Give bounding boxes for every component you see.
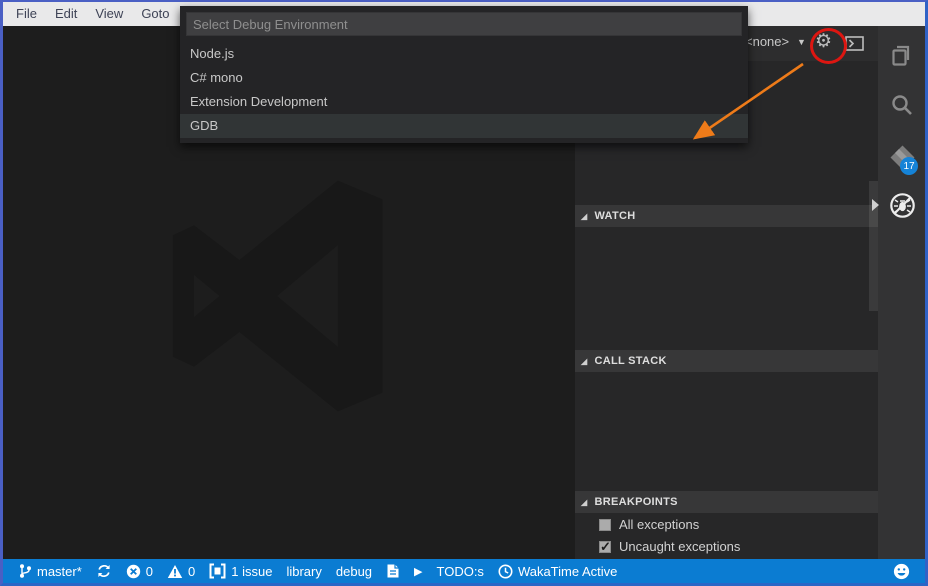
feedback-smiley-button[interactable] — [893, 563, 910, 580]
activity-bar: 17 — [878, 26, 925, 559]
menu-edit[interactable]: Edit — [46, 2, 86, 26]
mode-indicator[interactable]: debug — [336, 564, 372, 579]
collapse-triangle-icon: ◢ — [581, 212, 587, 221]
debug-console-icon[interactable] — [845, 36, 864, 56]
warning-count: 0 — [188, 564, 195, 579]
issues-indicator[interactable]: 1 issue — [209, 563, 272, 579]
smiley-icon — [893, 563, 910, 580]
git-branch-indicator[interactable]: master* — [18, 563, 82, 579]
error-counter[interactable]: 0 — [126, 564, 153, 579]
folder-indicator[interactable]: library — [286, 564, 321, 579]
folder-label: library — [286, 564, 321, 579]
run-button[interactable]: ▶ — [414, 565, 422, 578]
select-debug-environment-dropdown: Select Debug Environment Node.js C# mono… — [180, 6, 748, 143]
callstack-title: CALL STACK — [594, 355, 666, 367]
branch-name: master* — [37, 564, 82, 579]
debug-env-option-nodejs[interactable]: Node.js — [180, 42, 748, 66]
vscode-window: File Edit View Goto Help <none> ▼ ⚙ — [0, 0, 928, 586]
issues-label: 1 issue — [231, 564, 272, 579]
uncaught-exceptions-label: Uncaught exceptions — [619, 539, 740, 554]
document-preview-button[interactable] — [386, 563, 400, 579]
gear-icon[interactable]: ⚙ — [815, 30, 832, 53]
play-icon: ▶ — [414, 565, 422, 578]
breakpoints-title: BREAKPOINTS — [594, 496, 677, 508]
todo-label: TODO:s — [437, 564, 484, 579]
collapse-triangle-icon: ◢ — [581, 498, 587, 507]
breakpoint-row-uncaught-exceptions: Uncaught exceptions — [575, 535, 878, 557]
debug-environment-input[interactable]: Select Debug Environment — [186, 12, 742, 36]
git-pending-changes-badge: 17 — [900, 157, 918, 175]
todo-indicator[interactable]: TODO:s — [437, 564, 484, 579]
all-exceptions-label: All exceptions — [619, 517, 699, 532]
clock-icon — [498, 564, 513, 579]
collapse-triangle-icon: ◢ — [581, 357, 587, 366]
warning-icon — [167, 564, 183, 579]
error-count: 0 — [146, 564, 153, 579]
active-view-marker — [872, 199, 879, 211]
watch-section-header[interactable]: ◢ WATCH — [575, 205, 878, 227]
wakatime-label: WakaTime Active — [518, 564, 617, 579]
watch-title: WATCH — [594, 210, 635, 222]
debug-env-option-extension-development[interactable]: Extension Development — [180, 90, 748, 114]
debug-env-option-gdb[interactable]: GDB — [180, 114, 748, 138]
uncaught-exceptions-checkbox[interactable] — [599, 541, 611, 553]
menu-goto[interactable]: Goto — [132, 2, 178, 26]
chevron-down-icon: ▼ — [797, 37, 806, 47]
menu-view[interactable]: View — [86, 2, 132, 26]
warning-counter[interactable]: 0 — [167, 564, 195, 579]
callstack-section-header[interactable]: ◢ CALL STACK — [575, 350, 878, 372]
breakpoints-section-header[interactable]: ◢ BREAKPOINTS — [575, 491, 878, 513]
mode-label: debug — [336, 564, 372, 579]
error-icon — [126, 564, 141, 579]
breakpoint-row-all-exceptions: All exceptions — [575, 513, 878, 535]
debug-disabled-icon[interactable] — [889, 192, 916, 224]
sync-icon — [96, 563, 112, 579]
debug-config-dropdown[interactable]: <none> — [745, 34, 789, 49]
git-branch-icon — [18, 563, 32, 579]
explorer-files-icon[interactable] — [889, 43, 915, 74]
issues-icon — [209, 563, 226, 579]
all-exceptions-checkbox[interactable] — [599, 519, 611, 531]
status-bar: master* 0 — [3, 559, 925, 583]
search-icon[interactable] — [889, 92, 915, 123]
wakatime-indicator[interactable]: WakaTime Active — [498, 564, 617, 579]
menu-file[interactable]: File — [7, 2, 46, 26]
debug-env-option-csharp-mono[interactable]: C# mono — [180, 66, 748, 90]
document-icon — [386, 563, 400, 579]
vscode-watermark-logo — [158, 172, 416, 420]
sync-button[interactable] — [96, 563, 112, 579]
